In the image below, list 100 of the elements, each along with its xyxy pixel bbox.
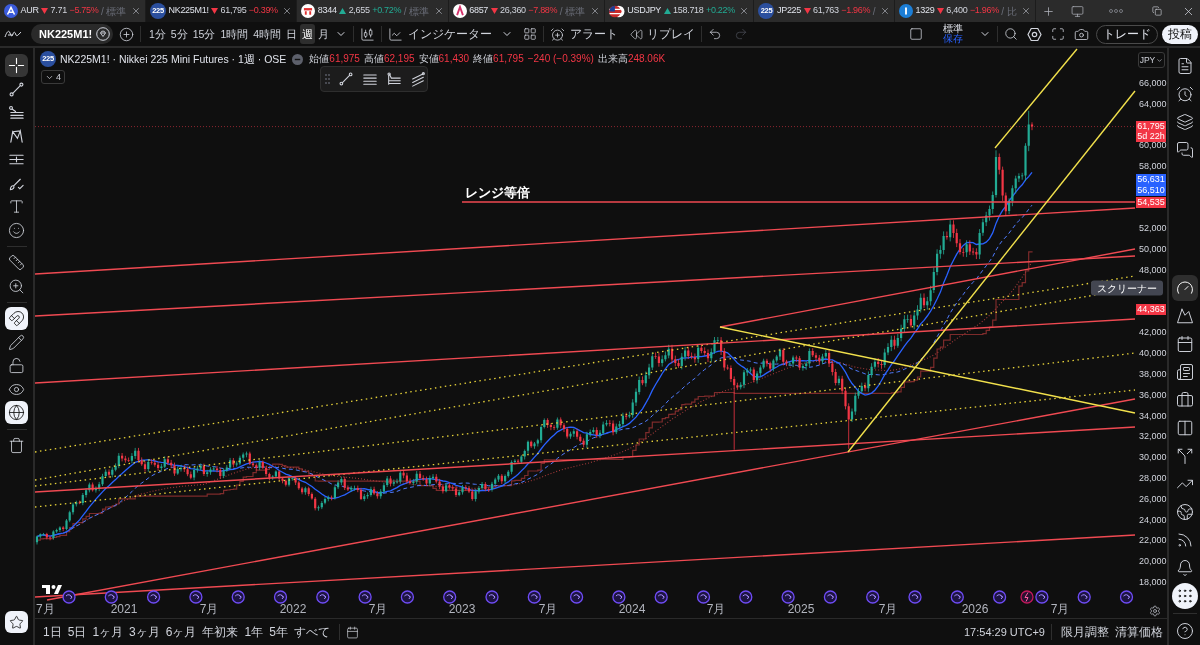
- close-icon[interactable]: [589, 6, 600, 16]
- event-marker-icon[interactable]: [231, 590, 245, 604]
- range-button[interactable]: すべて: [290, 622, 333, 642]
- close-icon[interactable]: [739, 6, 750, 16]
- toggle-button[interactable]: [5, 307, 28, 331]
- close-icon[interactable]: [1021, 6, 1032, 16]
- minus-icon[interactable]: [292, 53, 304, 65]
- range-button[interactable]: 1ヶ月: [89, 622, 127, 642]
- alert-button[interactable]: アラート: [550, 24, 619, 44]
- camera-icon[interactable]: [1074, 26, 1089, 42]
- add-icon[interactable]: [1042, 4, 1056, 18]
- event-marker-icon[interactable]: [273, 590, 288, 604]
- event-marker-icon[interactable]: [189, 590, 203, 604]
- range-button[interactable]: 3ヶ月: [126, 622, 163, 642]
- toggle-button[interactable]: [5, 401, 28, 425]
- tool-button[interactable]: [5, 54, 28, 78]
- gem-icon[interactable]: [96, 27, 110, 41]
- event-marker-icon[interactable]: [654, 590, 668, 604]
- range-button[interactable]: 5年: [266, 622, 291, 642]
- sidebar-button[interactable]: [1171, 275, 1198, 301]
- fan-lines-icon[interactable]: [386, 71, 402, 87]
- event-marker-icon[interactable]: [443, 590, 457, 604]
- trash-icon[interactable]: [8, 436, 25, 454]
- event-marker-icon[interactable]: [866, 590, 880, 604]
- event-marker-icon[interactable]: [569, 590, 584, 604]
- gauge-icon: [1175, 279, 1194, 297]
- indicators-button[interactable]: インジケーター: [388, 24, 514, 44]
- interval-button[interactable]: 5分: [168, 24, 190, 44]
- event-marker-icon[interactable]: [527, 590, 541, 604]
- event-marker-icon[interactable]: [316, 590, 330, 604]
- currency-button[interactable]: JPY: [1138, 52, 1165, 68]
- diagonal-lines-icon[interactable]: [410, 71, 426, 87]
- pattern-icon: [8, 127, 25, 145]
- event-marker-icon[interactable]: [696, 590, 711, 604]
- settings-icon[interactable]: [1027, 26, 1042, 42]
- replay-button[interactable]: リプレイ: [630, 24, 696, 44]
- range-button[interactable]: 1日: [40, 622, 65, 642]
- horizontal-lines-icon[interactable]: [362, 71, 378, 87]
- indicators-toggle-button[interactable]: 4: [41, 70, 65, 84]
- event-marker-icon[interactable]: [1119, 590, 1134, 604]
- more-icon[interactable]: [1108, 9, 1123, 13]
- option-button[interactable]: 清算価格: [1112, 622, 1166, 642]
- rewind-icon: [630, 27, 644, 41]
- add-icon[interactable]: [119, 26, 134, 42]
- interval-button[interactable]: 1時間: [218, 24, 251, 44]
- interval-button[interactable]: 4時間: [251, 24, 284, 44]
- fib-lines-icon: [8, 104, 25, 122]
- event-marker-icon[interactable]: [992, 590, 1007, 604]
- monitor-icon[interactable]: [1070, 4, 1084, 18]
- grid-icon[interactable]: [523, 27, 538, 41]
- interval-button[interactable]: 1分: [147, 24, 168, 44]
- range-button[interactable]: 5日: [64, 622, 90, 642]
- event-marker-icon[interactable]: [950, 590, 964, 604]
- close-icon[interactable]: [433, 6, 444, 16]
- undo-icon[interactable]: [708, 27, 723, 41]
- interval-button[interactable]: 15分: [190, 24, 218, 44]
- drag-handle-icon[interactable]: [325, 74, 330, 84]
- close-icon[interactable]: [880, 6, 890, 16]
- option-button[interactable]: 限月調整: [1058, 622, 1112, 642]
- time-axis-label: 2024: [618, 603, 646, 616]
- event-marker-icon[interactable]: [1077, 590, 1091, 604]
- event-marker-icon[interactable]: [358, 590, 372, 604]
- event-marker-icon[interactable]: [739, 590, 753, 604]
- interval-button[interactable]: 日: [284, 24, 300, 44]
- layout-button[interactable]: 標準 保存: [933, 24, 973, 44]
- event-marker-icon[interactable]: [1035, 590, 1049, 604]
- event-marker-icon[interactable]: [104, 590, 118, 604]
- range-button[interactable]: 6ヶ月: [162, 622, 200, 642]
- range-button[interactable]: 年初来: [199, 622, 242, 642]
- interval-button[interactable]: 週: [300, 24, 316, 44]
- event-marker-icon[interactable]: [781, 590, 795, 604]
- signature-icon[interactable]: [4, 28, 22, 40]
- event-marker-icon[interactable]: [400, 590, 415, 604]
- search-icon[interactable]: [1004, 27, 1018, 41]
- event-marker-icon[interactable]: [612, 590, 626, 604]
- interval-button[interactable]: 月: [316, 24, 332, 44]
- favorites-button[interactable]: [5, 611, 28, 633]
- symbol-search-button[interactable]: NK225M1!: [31, 24, 113, 44]
- price-badge: 56,631: [1136, 174, 1166, 185]
- restore-icon[interactable]: [1152, 6, 1163, 16]
- sidebar-button[interactable]: [1171, 583, 1198, 609]
- candlestick-icon[interactable]: [360, 26, 376, 42]
- line-icon[interactable]: [338, 71, 354, 87]
- event-marker-icon[interactable]: [908, 590, 922, 604]
- event-marker-icon[interactable]: [62, 590, 76, 604]
- chevron-down-icon: [1156, 56, 1164, 64]
- star-icon: [9, 614, 24, 630]
- fullscreen-icon[interactable]: [1051, 27, 1065, 41]
- event-marker-icon[interactable]: [823, 590, 838, 604]
- event-marker-icon[interactable]: [485, 590, 499, 604]
- calendar-icon[interactable]: [345, 625, 359, 639]
- briefcase-icon: [1175, 391, 1194, 409]
- zoom-in-icon: [8, 277, 25, 295]
- square-icon[interactable]: [909, 27, 923, 41]
- close-icon[interactable]: [282, 6, 293, 16]
- range-button[interactable]: 1年: [241, 622, 267, 642]
- event-marker-icon[interactable]: [146, 590, 161, 604]
- publish-button[interactable]: 投稿: [1162, 24, 1198, 44]
- lightning-marker-icon[interactable]: [1020, 590, 1034, 604]
- close-icon[interactable]: [131, 6, 141, 16]
